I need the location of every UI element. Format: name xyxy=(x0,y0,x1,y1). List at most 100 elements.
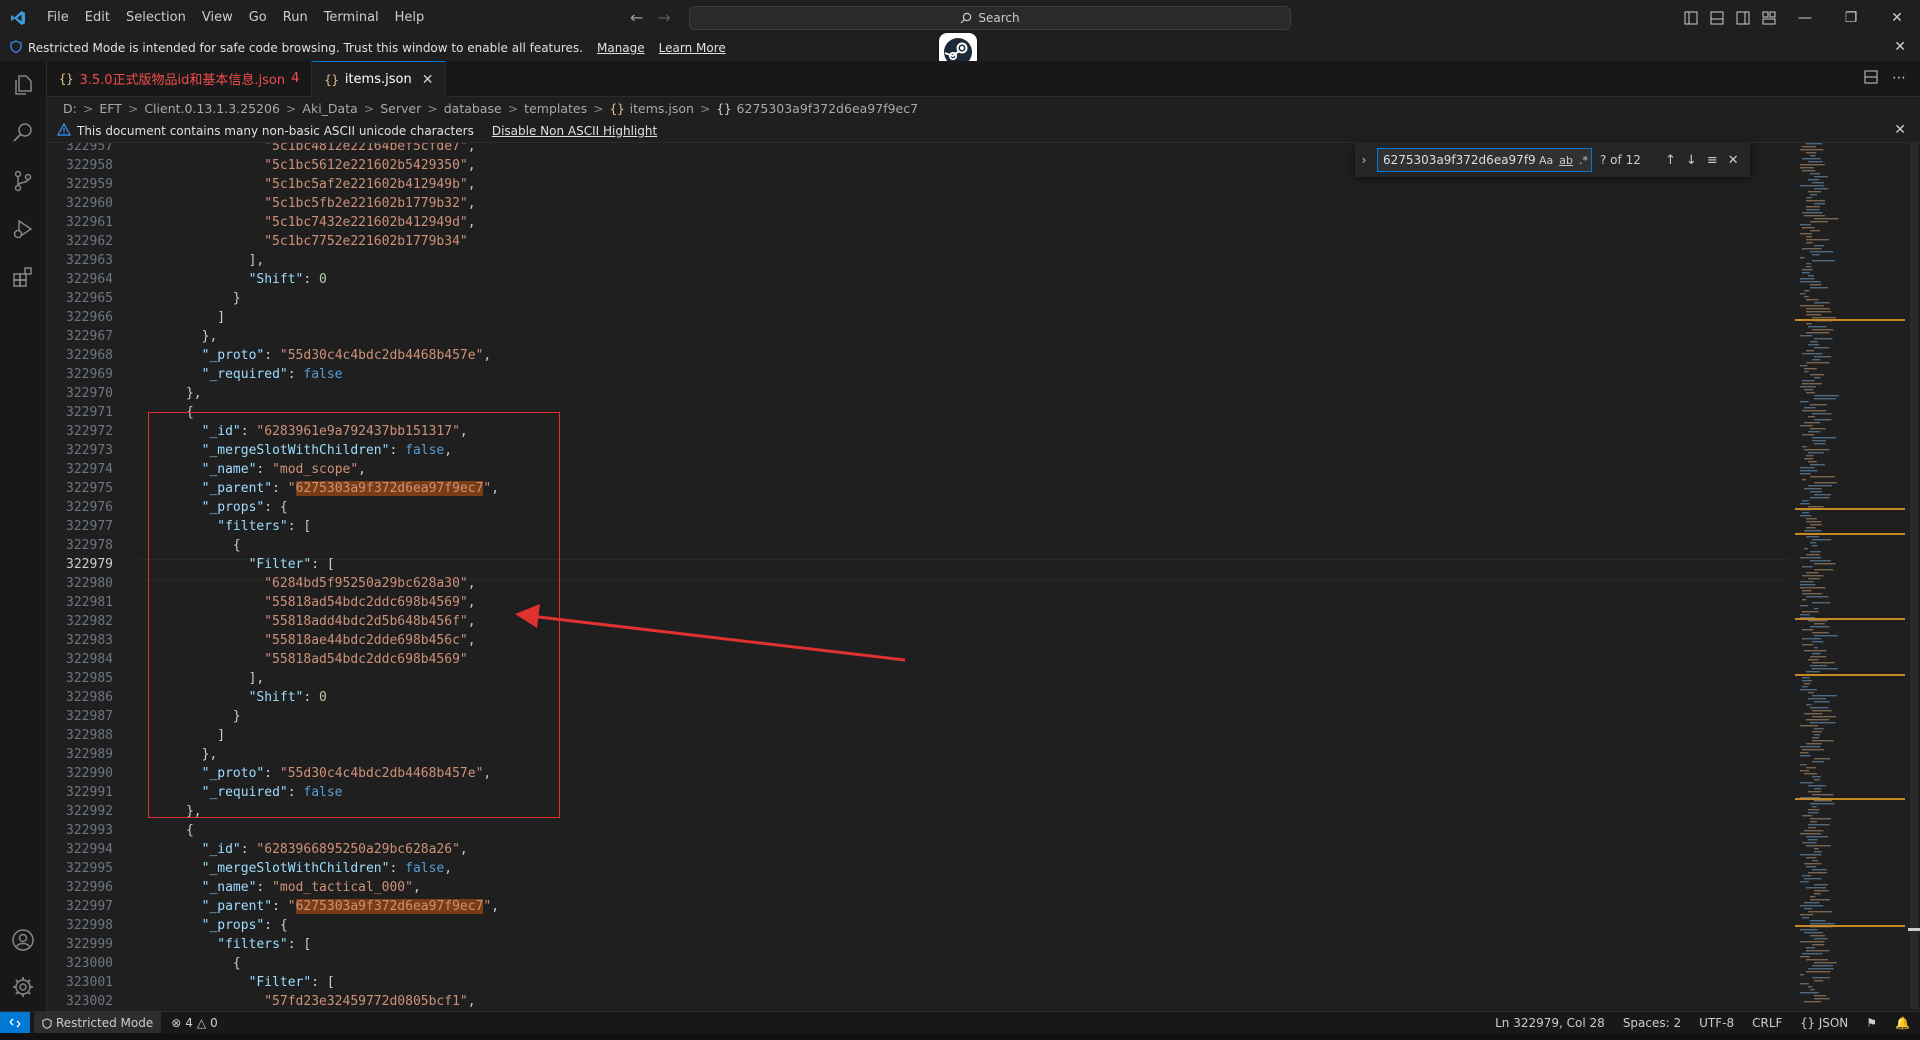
minimap-line xyxy=(1802,434,1815,436)
minimap-line xyxy=(1800,974,1805,976)
minimap-line xyxy=(1806,299,1819,301)
minimap-line xyxy=(1800,770,1810,772)
status-bar: Restricted Mode ⊗ 4 △ 0 Ln 322979, Col 28 … xyxy=(0,1011,1920,1034)
minimap-line xyxy=(1814,884,1828,886)
next-match-icon[interactable]: ↓ xyxy=(1686,153,1697,168)
minimap-line xyxy=(1814,998,1830,1000)
match-whole-word-toggle[interactable]: ab xyxy=(1559,154,1573,167)
use-regex-toggle[interactable]: .* xyxy=(1579,154,1588,167)
minimap-line xyxy=(1812,413,1832,415)
cursor-position[interactable]: Ln 322979, Col 28 xyxy=(1495,1016,1605,1030)
minimap[interactable] xyxy=(1795,143,1905,1009)
minimap-line xyxy=(1808,452,1824,454)
remote-indicator-icon[interactable] xyxy=(0,1012,30,1034)
minimap-line xyxy=(1814,356,1832,358)
minimap-line xyxy=(1806,596,1829,598)
feedback-icon[interactable]: ⚑ xyxy=(1866,1016,1877,1030)
minimap-line xyxy=(1802,272,1810,274)
minimap-line xyxy=(1814,623,1825,625)
minimap-line xyxy=(1810,428,1826,430)
minimap-line xyxy=(1806,455,1814,457)
minimap-line xyxy=(1800,281,1821,283)
minimap-line xyxy=(1810,287,1829,289)
taskbar-strip xyxy=(0,1033,1920,1040)
minimap-line xyxy=(1812,761,1824,763)
minimap-line xyxy=(1802,446,1808,448)
minimap-line xyxy=(1800,515,1812,517)
warning-icon: △ xyxy=(196,1016,207,1030)
minimap-line xyxy=(1814,302,1830,304)
minimap-line xyxy=(1810,476,1836,478)
minimap-line xyxy=(1810,803,1835,805)
minimap-line xyxy=(1812,329,1834,331)
minimap-line xyxy=(1812,641,1824,643)
minimap-line xyxy=(1814,635,1838,637)
minimap-line xyxy=(1812,260,1835,262)
minimap-line xyxy=(1806,239,1830,241)
toggle-replace-icon[interactable]: › xyxy=(1355,153,1373,167)
minimap-line xyxy=(1800,929,1818,931)
minimap-line xyxy=(1804,830,1824,832)
encoding[interactable]: UTF-8 xyxy=(1699,1016,1734,1030)
shield-icon xyxy=(42,1017,52,1029)
error-count: 4 xyxy=(185,1016,193,1030)
minimap-line xyxy=(1810,230,1820,232)
language-mode[interactable]: {} JSON xyxy=(1800,1016,1848,1030)
minimap-line xyxy=(1800,914,1814,916)
previous-match-icon[interactable]: ↑ xyxy=(1665,153,1676,168)
minimap-line xyxy=(1800,782,1814,784)
vertical-scrollbar[interactable] xyxy=(1908,143,1920,1009)
minimap-line xyxy=(1812,662,1835,664)
minimap-line xyxy=(1806,143,1823,145)
minimap-line xyxy=(1810,221,1829,223)
minimap-match-marker xyxy=(1795,674,1905,676)
minimap-line xyxy=(1808,485,1833,487)
minimap-line xyxy=(1810,497,1830,499)
minimap-line xyxy=(1812,545,1818,547)
minimap-line xyxy=(1812,731,1823,733)
minimap-line xyxy=(1808,161,1823,163)
minimap-line xyxy=(1806,362,1830,364)
minimap-line xyxy=(1802,842,1817,844)
minimap-line xyxy=(1800,149,1824,151)
minimap-line xyxy=(1806,206,1820,208)
minimap-line xyxy=(1812,716,1836,718)
minimap-line xyxy=(1802,638,1821,640)
minimap-line xyxy=(1812,602,1831,604)
notifications-bell-icon[interactable]: 🔔 xyxy=(1895,1016,1910,1030)
minimap-line xyxy=(1808,824,1830,826)
minimap-line xyxy=(1810,284,1822,286)
end-of-line[interactable]: CRLF xyxy=(1752,1016,1782,1030)
minimap-line xyxy=(1810,464,1825,466)
minimap-line xyxy=(1812,806,1817,808)
close-find-icon[interactable]: ✕ xyxy=(1728,153,1739,168)
minimap-line xyxy=(1804,215,1825,217)
minimap-line xyxy=(1808,827,1817,829)
minimap-line xyxy=(1804,650,1827,652)
minimap-line xyxy=(1800,233,1812,235)
minimap-line xyxy=(1810,341,1818,343)
minimap-line xyxy=(1802,680,1813,682)
minimap-line xyxy=(1802,383,1823,385)
find-in-selection-icon[interactable]: ≡ xyxy=(1707,153,1718,168)
minimap-line xyxy=(1804,908,1813,910)
minimap-line xyxy=(1812,869,1827,871)
minimap-line xyxy=(1800,956,1810,958)
minimap-line xyxy=(1800,854,1822,856)
minimap-line xyxy=(1802,410,1827,412)
minimap-line xyxy=(1806,959,1829,961)
indentation[interactable]: Spaces: 2 xyxy=(1623,1016,1681,1030)
minimap-line xyxy=(1810,920,1826,922)
find-input[interactable]: 6275303a9f372d6ea97f9ec7 Aa ab .* xyxy=(1377,148,1592,172)
minimap-line xyxy=(1808,578,1820,580)
minimap-line xyxy=(1814,563,1836,565)
minimap-line xyxy=(1802,380,1815,382)
minimap-line xyxy=(1810,251,1834,253)
problems-indicator[interactable]: ⊗ 4 △ 0 xyxy=(171,1016,218,1030)
minimap-line xyxy=(1804,530,1822,532)
restricted-mode-status[interactable]: Restricted Mode xyxy=(34,1012,162,1034)
minimap-line xyxy=(1810,491,1823,493)
match-case-toggle[interactable]: Aa xyxy=(1539,154,1553,167)
minimap-line xyxy=(1808,620,1828,622)
minimap-line xyxy=(1800,470,1818,472)
